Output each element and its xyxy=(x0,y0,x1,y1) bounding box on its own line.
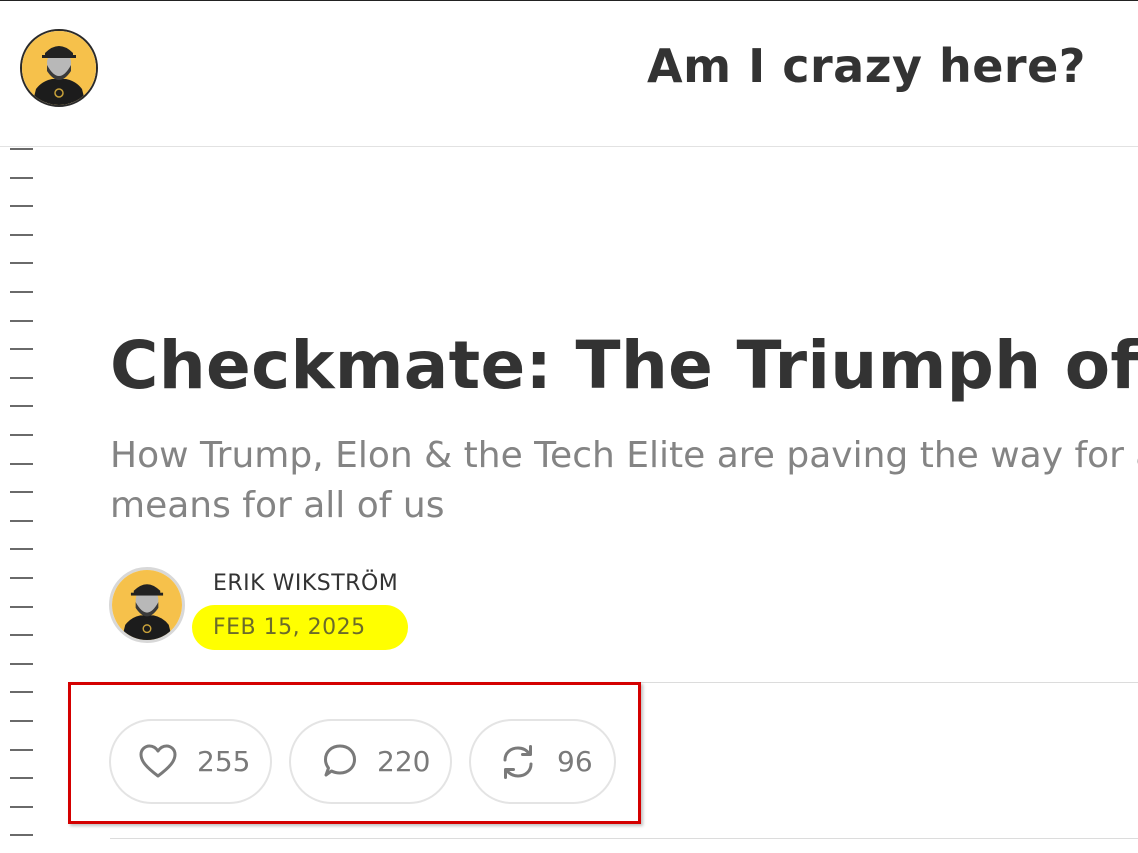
ruler-tick xyxy=(10,148,33,150)
ruler-tick xyxy=(10,348,33,350)
ruler-tick xyxy=(10,834,33,836)
post-title: Checkmate: The Triumph of Tech xyxy=(110,327,1138,404)
avatar-image xyxy=(22,31,96,105)
author-avatar-image xyxy=(112,570,182,640)
ruler-tick xyxy=(10,377,33,379)
ruler-tick xyxy=(10,606,33,608)
ruler-tick xyxy=(10,548,33,550)
publication-logo-avatar[interactable] xyxy=(20,29,98,107)
page: Am I crazy here? Checkmate: The Triumph … xyxy=(0,0,1138,853)
ruler-tick xyxy=(10,663,33,665)
ruler-tick xyxy=(10,806,33,808)
ruler-tick xyxy=(10,434,33,436)
ruler-tick xyxy=(10,234,33,236)
annotation-highlight-box xyxy=(68,682,641,824)
post-subtitle: How Trump, Elon & the Tech Elite are pav… xyxy=(110,435,1138,526)
divider-bottom xyxy=(110,838,1138,839)
site-header: Am I crazy here? xyxy=(0,1,1138,147)
left-tick-ruler xyxy=(10,148,34,853)
ruler-tick xyxy=(10,177,33,179)
author-avatar[interactable] xyxy=(109,567,185,643)
ruler-tick xyxy=(10,749,33,751)
ruler-tick xyxy=(10,634,33,636)
ruler-tick xyxy=(10,520,33,522)
ruler-tick xyxy=(10,405,33,407)
post-date: FEB 15, 2025 xyxy=(192,605,408,650)
ruler-tick xyxy=(10,463,33,465)
author-name[interactable]: ERIK WIKSTRÖM xyxy=(213,571,398,596)
ruler-tick xyxy=(10,691,33,693)
ruler-tick xyxy=(10,491,33,493)
publication-title[interactable]: Am I crazy here? xyxy=(647,39,1086,93)
ruler-tick xyxy=(10,291,33,293)
ruler-tick xyxy=(10,320,33,322)
ruler-tick xyxy=(10,777,33,779)
ruler-tick xyxy=(10,262,33,264)
ruler-tick xyxy=(10,205,33,207)
ruler-tick xyxy=(10,720,33,722)
ruler-tick xyxy=(10,577,33,579)
